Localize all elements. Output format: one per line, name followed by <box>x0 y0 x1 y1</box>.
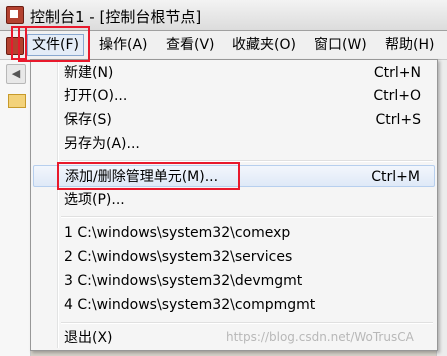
menu-view[interactable]: 查看(V) <box>166 34 215 56</box>
menu-item-save-as[interactable]: 另存为(A)... <box>33 133 435 155</box>
menu-item-label: 3 C:\windows\system32\devmgmt <box>64 273 303 289</box>
menu-item-open[interactable]: 打开(O)... Ctrl+O <box>33 85 435 107</box>
menu-item-new[interactable]: 新建(N) Ctrl+N <box>33 62 435 84</box>
menu-item-save[interactable]: 保存(S) Ctrl+S <box>33 109 435 131</box>
menu-separator <box>61 322 433 324</box>
window-title: 控制台1 - [控制台根节点] <box>30 8 202 26</box>
menu-help[interactable]: 帮助(H) <box>385 34 434 56</box>
menu-favorites[interactable]: 收藏夹(O) <box>232 34 296 56</box>
menu-item-shortcut: Ctrl+N <box>373 65 421 81</box>
menu-item-shortcut: Ctrl+S <box>375 112 421 128</box>
menu-item-recent-3[interactable]: 3 C:\windows\system32\devmgmt <box>33 270 435 292</box>
menu-item-recent-4[interactable]: 4 C:\windows\system32\compmgmt <box>33 294 435 316</box>
annotation-box-icon <box>11 26 27 60</box>
menu-item-label: 打开(O)... <box>64 88 128 104</box>
menu-item-label: 4 C:\windows\system32\compmgmt <box>64 297 316 313</box>
menu-action[interactable]: 操作(A) <box>99 34 148 56</box>
menu-item-label: 另存为(A)... <box>64 136 140 152</box>
menu-item-options[interactable]: 选项(P)... <box>33 189 435 211</box>
menu-item-shortcut: Ctrl+O <box>373 88 421 104</box>
menu-item-recent-1[interactable]: 1 C:\windows\system32\comexp <box>33 222 435 244</box>
file-menu-dropdown: 新建(N) Ctrl+N 打开(O)... Ctrl+O 保存(S) Ctrl+… <box>30 59 438 351</box>
menu-item-label: 2 C:\windows\system32\services <box>64 249 293 265</box>
menu-item-label: 新建(N) <box>64 65 114 81</box>
mmc-console-icon <box>6 6 24 24</box>
watermark-text: https://blog.csdn.net/WoTrusCA <box>226 330 414 344</box>
annotation-box-add-remove <box>57 162 240 190</box>
menu-item-recent-2[interactable]: 2 C:\windows\system32\services <box>33 246 435 268</box>
menu-window[interactable]: 窗口(W) <box>314 34 367 56</box>
annotation-box-file-menu <box>18 26 90 62</box>
menu-separator <box>61 216 433 218</box>
menu-item-label: 保存(S) <box>64 112 112 128</box>
menu-item-label: 1 C:\windows\system32\comexp <box>64 225 291 241</box>
menu-item-shortcut: Ctrl+M <box>371 169 420 185</box>
folder-icon <box>8 94 26 108</box>
menu-item-label: 退出(X) <box>64 330 113 346</box>
back-arrow-icon[interactable]: ◀ <box>6 64 26 84</box>
menu-item-label: 选项(P)... <box>64 192 125 208</box>
